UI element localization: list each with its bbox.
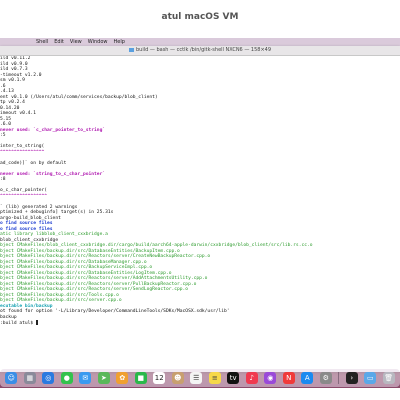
terminal-line-text: ` (lib) generated 2 warnings [0, 204, 78, 210]
menu-bar: Shell Edit View Window Help [0, 38, 400, 46]
podcasts-icon[interactable]: ◉ [264, 372, 277, 384]
terminal-titlebar[interactable]: build — bash — cctlk /bin/gitk-shell NXC… [0, 46, 400, 56]
terminal-line-text: .4.13 [0, 89, 14, 94]
terminal-line-text: ad_code)]` on by default [0, 160, 67, 166]
terminal-line-text: ot found for option '-L/Library/Develope… [0, 309, 230, 314]
news-icon[interactable]: N [282, 372, 295, 384]
macos-desktop: Shell Edit View Window Help build — bash — c… [0, 38, 400, 388]
vm-bottom-bar [0, 388, 400, 400]
terminal-line-text: bject CMakeFiles/backup.dir/src/Database… [0, 270, 172, 276]
terminal-line-text: o_c_char_pointer( [0, 188, 48, 193]
menu-item[interactable]: Shell [36, 39, 48, 45]
terminal-line-text: never used: `string_to_c_char_pointer` [0, 171, 106, 177]
terminal-line-text: bject CMakeFiles/backup.dir/src/Tools.cp… [0, 292, 119, 298]
terminal-line-text: atic library libblob_client_cxxbridge.a [0, 232, 108, 237]
terminal-line-text: ^^^^^^^^^^^^^^^^^ [0, 193, 48, 199]
calendar-icon[interactable]: 12 [153, 372, 166, 384]
finder-folder-icon[interactable]: ▭ [364, 372, 377, 384]
folder-icon [128, 47, 134, 52]
settings-icon[interactable]: ⚙ [319, 372, 332, 384]
menu-item[interactable]: Window [88, 39, 108, 45]
terminal-line-text: :build atul$ [0, 321, 36, 326]
terminal-line-text: bject CMakeFiles/backup.dir/src/Reactors… [0, 254, 211, 259]
music-icon[interactable]: ♪ [245, 372, 258, 384]
notes-icon[interactable]: ≡ [208, 372, 221, 384]
terminal-line-text: 0.14.20 [0, 105, 20, 111]
terminal-line-text: ild v0.11.2 [0, 56, 31, 61]
terminal-line-text: ptimized + debuginfo] target(s) in 25.31… [0, 210, 114, 215]
terminal-line-text: ild v0.7.3 [0, 67, 28, 72]
terminal-cursor [35, 320, 39, 325]
terminal-line-text: bject CMakeFiles/backup.dir/src/Reactors… [0, 276, 208, 281]
terminal-line-text: imeout v0.4.1 [0, 111, 36, 116]
terminal-title-wrap: build — bash — cctlk /bin/gitk-shell NXC… [0, 46, 400, 55]
terminal-line-text: o find source files [0, 226, 53, 232]
appstore-icon[interactable]: A [301, 372, 314, 384]
safari-icon[interactable]: ◎ [42, 372, 55, 384]
facetime-icon[interactable]: ■ [134, 372, 147, 384]
terminal-line-text: ent v0.1.0 (/Users/atul/comm/services/ba… [0, 94, 158, 100]
mail-icon[interactable]: ✉ [79, 372, 92, 384]
terminal-window[interactable]: build — bash — cctlk /bin/gitk-shell NXC… [0, 46, 400, 372]
terminal-output[interactable]: ild v0.11.2 ild v0.9.0 ild v0.7.3 -timeout … [0, 56, 396, 368]
reminders-icon[interactable]: ☰ [190, 372, 203, 384]
dock-separator [338, 372, 340, 384]
terminal-title: build — bash — cctlk /bin/gitk-shell NXC… [135, 47, 272, 53]
vm-window-titlebar: atul macOS VM [0, 0, 400, 38]
terminal-line-text: backup [0, 314, 17, 320]
finder-icon[interactable]: ☺ [5, 372, 18, 384]
terminal-icon[interactable]: › [345, 372, 358, 384]
dock: ☺ ▦ ◎ ● ✉ ➤ ✿ ■ 12 ☻ ☰ ≡ tv ♪ ◉ N A ⚙ › ▭ 🗑 [0, 369, 400, 387]
terminal-line: :build atul$ [0, 320, 396, 326]
launchpad-icon[interactable]: ▦ [23, 372, 36, 384]
terminal-line-text: .6 [0, 83, 6, 89]
terminal-line-text: :5 [0, 133, 6, 138]
terminal-line-text: never used: `c_char_pointer_to_string` [0, 127, 106, 133]
terminal-line-text: bject CMakeFiles/backup.dir/src/server.c… [0, 298, 122, 303]
terminal-line-text: bject CMakeFiles/blob_client_cxxbridge.d… [0, 243, 313, 248]
terminal-line-text: :8 [0, 177, 6, 182]
terminal-line-text: inter_to_string( [0, 144, 45, 149]
vm-window-title: atul macOS VM [161, 12, 239, 22]
photos-icon[interactable]: ✿ [116, 372, 129, 384]
terminal-line-text: ^^^^^^^^^^^^^^^^ [0, 149, 45, 155]
terminal-line-text: bject CMakeFiles/backup.dir/src/BackupSe… [0, 265, 153, 270]
trash-icon[interactable]: 🗑 [382, 372, 395, 384]
terminal-line-text: argo-build_blob_client [0, 215, 61, 221]
maps-icon[interactable]: ➤ [97, 372, 110, 384]
terminal-line-text: bject CMakeFiles/backup.dir/src/Reactors… [0, 287, 189, 292]
terminal-line-text: 5.15 [0, 116, 12, 122]
appletv-icon[interactable]: tv [227, 372, 240, 384]
terminal-line-text: bject CMakeFiles/backup.dir/src/Database… [0, 259, 147, 265]
terminal-line-text: sm v0.1.9 [0, 78, 25, 83]
menu-item[interactable]: View [70, 39, 82, 45]
terminal-line-text: o find source files [0, 221, 53, 226]
terminal-line-text: ild v0.9.0 [0, 61, 28, 67]
messages-icon[interactable]: ● [60, 372, 73, 384]
terminal-line-text: bject CMakeFiles/backup.dir/src/Reactors… [0, 281, 197, 287]
menu-item[interactable]: Help [113, 39, 124, 45]
menu-item[interactable]: Edit [54, 39, 64, 45]
terminal-line-text: ecutable bin/backup [0, 303, 53, 309]
terminal-line-text: -timeout v1.2.0 [0, 72, 42, 78]
terminal-line-text: tp v0.2.4 [0, 100, 25, 105]
contacts-icon[interactable]: ☻ [171, 372, 184, 384]
terminal-line-text: .6.0 [0, 122, 12, 127]
terminal-line-text: bject CMakeFiles/backup.dir/src/Database… [0, 248, 180, 254]
terminal-line-text: blob_client_cxxbridge [0, 237, 59, 243]
